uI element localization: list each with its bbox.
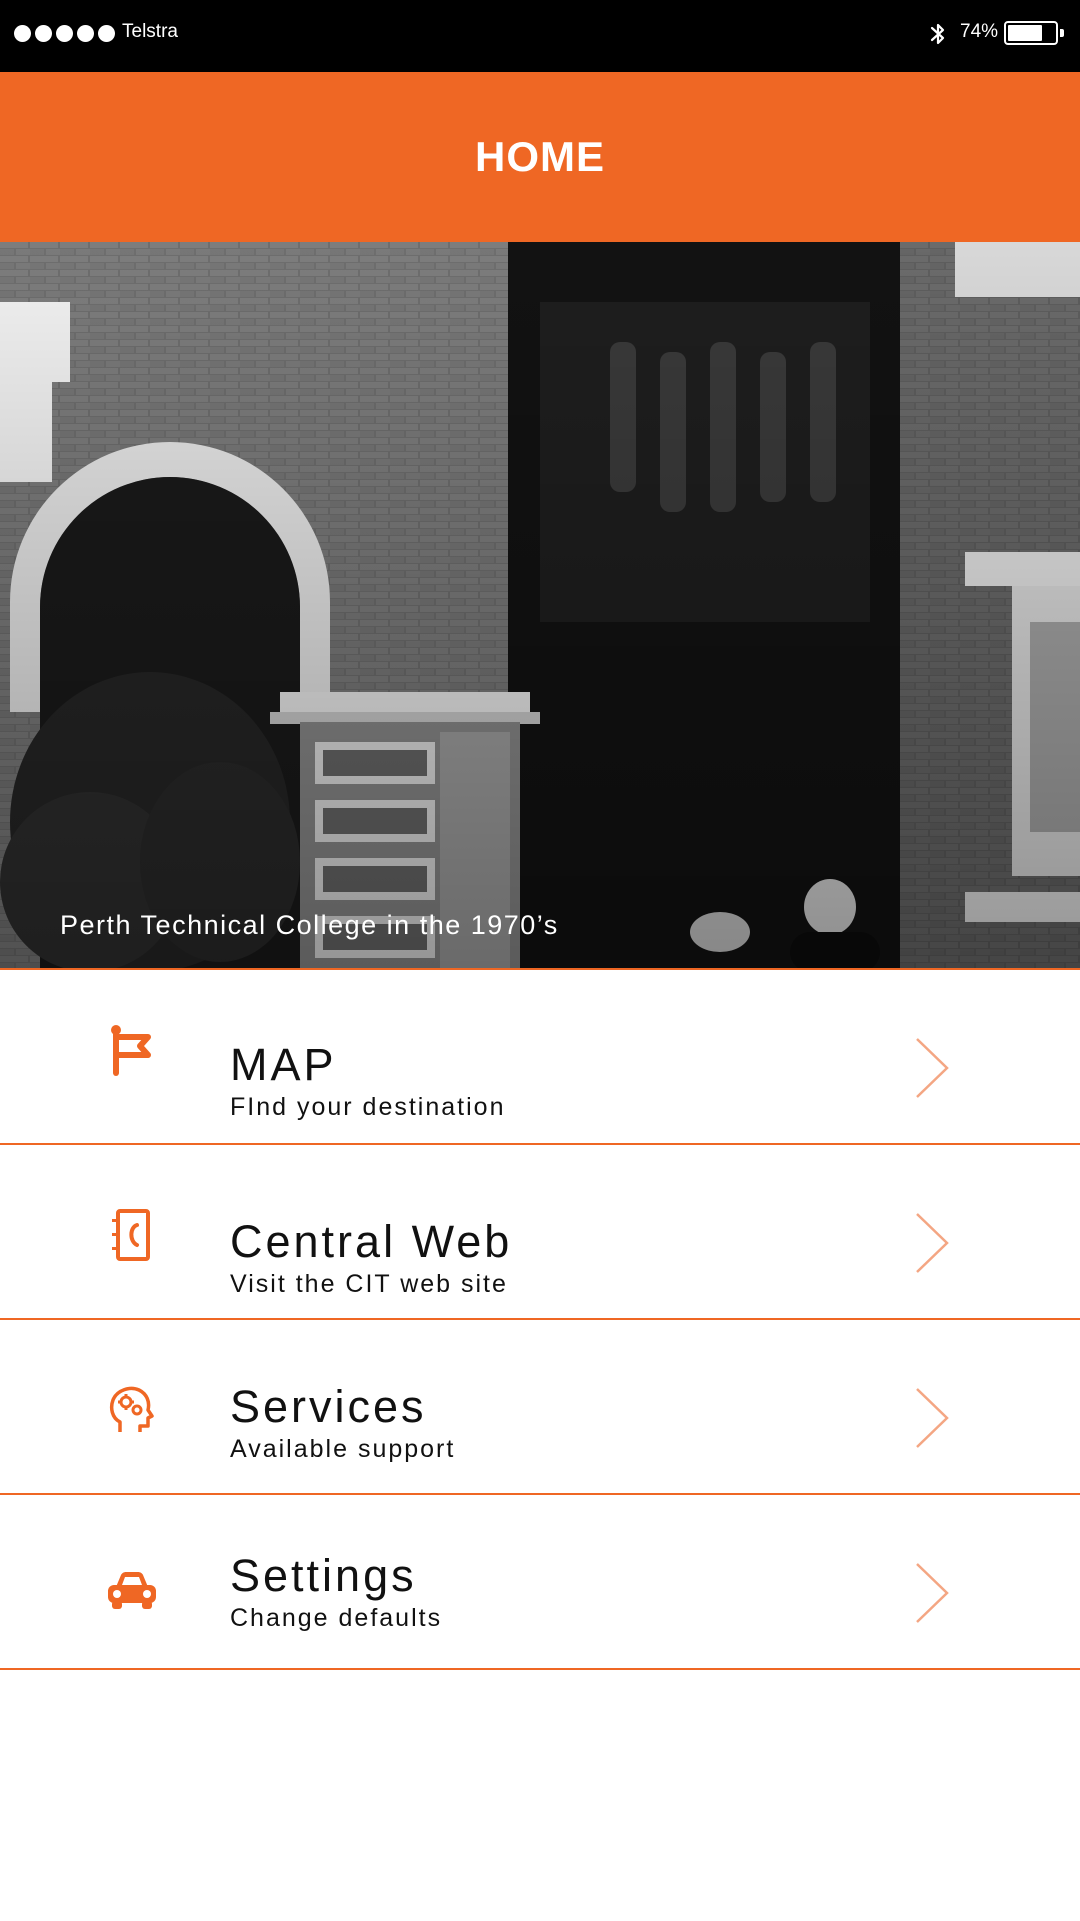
menu-item-services[interactable]: Services Available support [0, 1320, 1080, 1495]
menu-item-settings[interactable]: Settings Change defaults [0, 1495, 1080, 1670]
battery-percentage: 74% [960, 21, 999, 42]
hero-caption: Perth Technical College in the 1970’s [60, 910, 559, 940]
status-bar: Telstra 74% [0, 0, 1080, 72]
chevron-right-icon [916, 1563, 949, 1623]
chevron-right-icon [916, 1213, 949, 1273]
carrier-name: Telstra [122, 21, 178, 42]
menu-item-title: Central Web [230, 1216, 513, 1267]
menu-item-title: MAP [230, 1039, 337, 1090]
signal-strength-icon [14, 25, 115, 42]
menu-item-title: Services [230, 1381, 427, 1432]
phone-book-icon [112, 1209, 150, 1261]
menu-item-subtitle: Available support [230, 1435, 456, 1463]
hero-photo [0, 242, 1080, 968]
menu-item-subtitle: Visit the CIT web site [230, 1270, 508, 1298]
head-gears-icon [109, 1386, 154, 1432]
app-header: HOME [0, 72, 1080, 242]
menu-item-map[interactable]: MAP FInd your destination [0, 970, 1080, 1145]
menu-item-central-web[interactable]: Central Web Visit the CIT web site [0, 1145, 1080, 1320]
battery-icon [1004, 21, 1064, 45]
menu-item-subtitle: FInd your destination [230, 1093, 506, 1121]
page-title: HOME [475, 133, 605, 180]
building-photo [0, 242, 1080, 968]
menu-item-title: Settings [230, 1550, 417, 1601]
chevron-right-icon [916, 1038, 949, 1098]
flag-icon [111, 1025, 151, 1076]
chevron-right-icon [916, 1388, 949, 1448]
car-icon [108, 1572, 156, 1609]
bluetooth-icon [930, 23, 945, 45]
menu-item-subtitle: Change defaults [230, 1604, 443, 1632]
